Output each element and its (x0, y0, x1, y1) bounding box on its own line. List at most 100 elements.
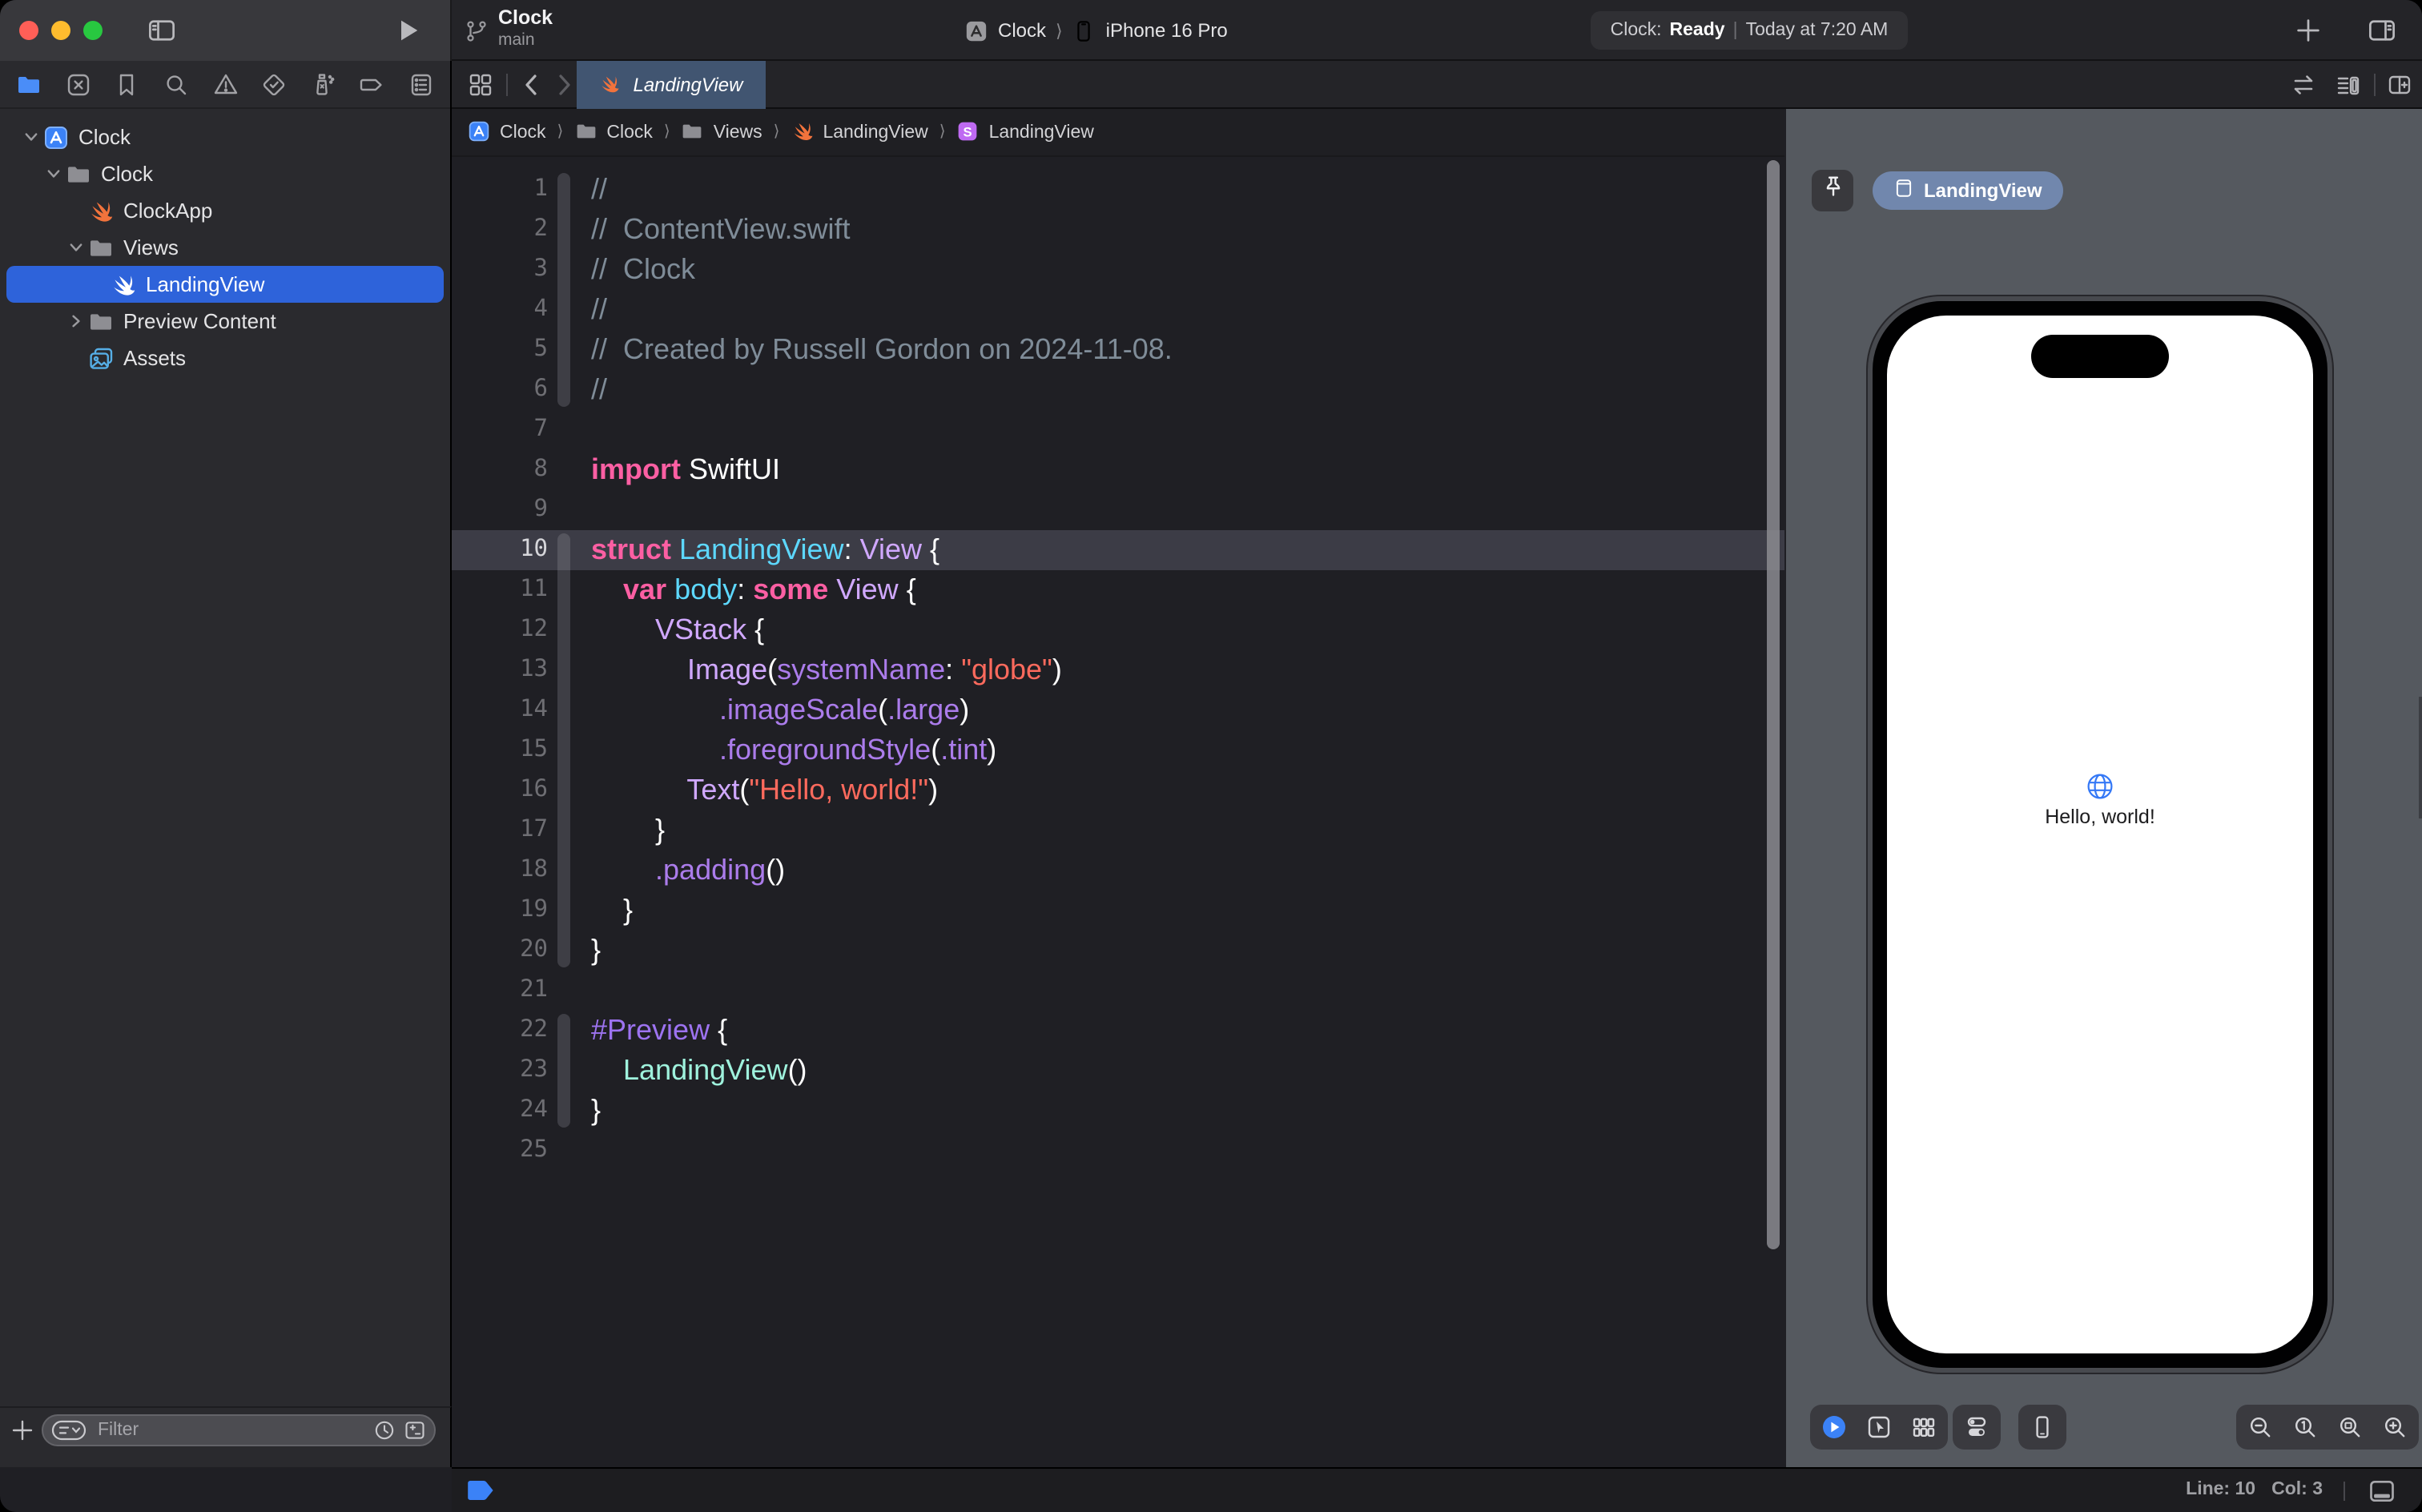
zoom-to-fit-button[interactable] (2336, 1413, 2364, 1442)
fold-ribbon[interactable] (557, 931, 570, 967)
code-line-18[interactable]: 18 .padding() (452, 850, 1784, 891)
go-forward-icon[interactable] (551, 72, 577, 98)
go-back-icon[interactable] (519, 72, 545, 98)
code-line-2[interactable]: 2 // ContentView.swift (452, 210, 1784, 250)
line-number[interactable]: 24 (452, 1091, 548, 1131)
toggle-inspector-icon[interactable] (2368, 16, 2396, 45)
code-line-11[interactable]: 11 var body: some View { (452, 570, 1784, 610)
code-line-15[interactable]: 15 .foregroundStyle(.tint) (452, 730, 1784, 770)
run-destination-selector[interactable]: Clock ⟩ iPhone 16 Pro (964, 13, 1228, 48)
tab-landingview[interactable]: LandingView (577, 61, 766, 109)
code-line-4[interactable]: 4 // (452, 290, 1784, 330)
breadcrumb-clock[interactable]: Clock (468, 120, 546, 144)
reports-navigator-icon[interactable] (404, 66, 439, 102)
code-line-25[interactable]: 25 (452, 1131, 1784, 1171)
code-line-1[interactable]: 1 // (452, 170, 1784, 210)
add-editor-icon[interactable] (2387, 72, 2412, 98)
related-items-icon[interactable] (468, 72, 493, 98)
code-line-5[interactable]: 5 // Created by Russell Gordon on 2024-11… (452, 330, 1784, 370)
source-editor[interactable]: 1 // 2 // ContentView.swift 3 // Clock 4 // 5 // … (452, 157, 1784, 1467)
disclosure-down-icon[interactable] (67, 237, 88, 258)
line-number[interactable]: 15 (452, 730, 548, 770)
fold-ribbon[interactable] (557, 210, 570, 250)
pin-preview-button[interactable] (1812, 170, 1853, 211)
live-preview-button[interactable] (1820, 1413, 1849, 1442)
line-number[interactable]: 11 (452, 570, 548, 610)
line-number[interactable]: 17 (452, 810, 548, 850)
code-line-10[interactable]: 10 struct LandingView: View { (452, 530, 1784, 570)
fold-ribbon[interactable] (557, 250, 570, 290)
code-line-22[interactable]: 22 #Preview { (452, 1011, 1784, 1051)
tree-item-clockapp[interactable]: ClockApp (6, 192, 444, 229)
close-window-button[interactable] (19, 21, 38, 40)
line-number[interactable]: 23 (452, 1051, 548, 1091)
breadcrumb-views[interactable]: Views (682, 120, 762, 144)
code-line-9[interactable]: 9 (452, 490, 1784, 530)
filter-scm-icon[interactable] (404, 1419, 426, 1442)
issues-navigator-icon[interactable] (207, 66, 243, 102)
fold-ribbon[interactable] (557, 533, 570, 570)
fold-ribbon[interactable] (557, 570, 570, 610)
editor-scrollbar-thumb[interactable] (1767, 160, 1780, 1249)
code-line-6[interactable]: 6 // (452, 370, 1784, 410)
line-number[interactable]: 8 (452, 450, 548, 490)
line-number[interactable]: 22 (452, 1011, 548, 1051)
zoom-actual-size-button[interactable] (2291, 1413, 2319, 1442)
fold-ribbon[interactable] (557, 370, 570, 407)
breakpoints-toggle-icon[interactable] (468, 1480, 495, 1501)
tree-item-views[interactable]: Views (6, 229, 444, 266)
find-navigator-icon[interactable] (159, 66, 194, 102)
preview-device-tab[interactable]: LandingView (1873, 171, 2063, 210)
toggle-navigator-icon[interactable] (147, 16, 176, 45)
line-number[interactable]: 5 (452, 330, 548, 370)
code-line-19[interactable]: 19 } (452, 891, 1784, 931)
code-line-7[interactable]: 7 (452, 410, 1784, 450)
code-line-3[interactable]: 3 // Clock (452, 250, 1784, 290)
debug-navigator-icon[interactable] (306, 66, 341, 102)
code-line-16[interactable]: 16 Text("Hello, world!") (452, 770, 1784, 810)
run-button[interactable] (394, 16, 423, 45)
line-number[interactable]: 10 (452, 530, 548, 570)
fold-ribbon[interactable] (557, 1051, 570, 1091)
filter-options-icon[interactable] (51, 1419, 86, 1442)
fold-ribbon[interactable] (557, 173, 570, 210)
line-number[interactable]: 20 (452, 931, 548, 971)
code-line-23[interactable]: 23 LandingView() (452, 1051, 1784, 1091)
selectable-mode-button[interactable] (1865, 1413, 1893, 1442)
bookmarks-navigator-icon[interactable] (110, 66, 145, 102)
destination-name[interactable]: iPhone 16 Pro (1106, 19, 1228, 42)
tree-item-clock[interactable]: Clock (6, 119, 444, 155)
fold-ribbon[interactable] (557, 891, 570, 931)
code-line-8[interactable]: 8 import SwiftUI (452, 450, 1784, 490)
line-number[interactable]: 12 (452, 610, 548, 650)
fold-ribbon[interactable] (557, 690, 570, 730)
line-number[interactable]: 25 (452, 1131, 548, 1171)
device-button[interactable] (2028, 1413, 2057, 1442)
line-number[interactable]: 9 (452, 490, 548, 530)
line-number[interactable]: 1 (452, 170, 548, 210)
minimize-window-button[interactable] (51, 21, 70, 40)
filter-input[interactable] (95, 1419, 365, 1442)
code-line-13[interactable]: 13 Image(systemName: "globe") (452, 650, 1784, 690)
code-line-17[interactable]: 17 } (452, 810, 1784, 850)
line-number[interactable]: 2 (452, 210, 548, 250)
zoom-in-button[interactable] (2380, 1413, 2409, 1442)
variants-button[interactable] (1909, 1413, 1938, 1442)
fold-ribbon[interactable] (557, 770, 570, 810)
disclosure-down-icon[interactable] (22, 127, 43, 147)
fold-ribbon[interactable] (557, 730, 570, 770)
fold-ribbon[interactable] (557, 650, 570, 690)
fold-ribbon[interactable] (557, 610, 570, 650)
breadcrumb-landingview[interactable]: S LandingView (957, 120, 1094, 144)
code-line-20[interactable]: 20} (452, 931, 1784, 971)
code-review-icon[interactable] (2291, 72, 2316, 98)
tree-item-preview-content[interactable]: Preview Content (6, 303, 444, 340)
line-number[interactable]: 7 (452, 410, 548, 450)
fold-ribbon[interactable] (557, 1091, 570, 1128)
line-number[interactable]: 4 (452, 290, 548, 330)
recent-files-icon[interactable] (373, 1419, 396, 1442)
activity-status[interactable]: Clock: Ready | Today at 7:20 AM (1591, 11, 1908, 50)
fold-ribbon[interactable] (557, 290, 570, 330)
tree-item-clock[interactable]: Clock (6, 155, 444, 192)
fold-ribbon[interactable] (557, 850, 570, 891)
